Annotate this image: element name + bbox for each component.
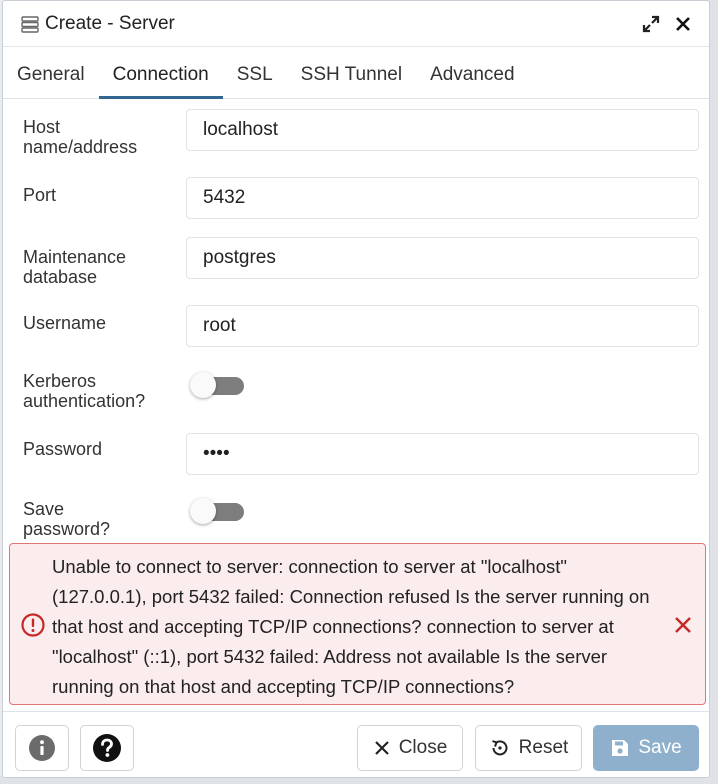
tab-bar: General Connection SSL SSH Tunnel Advanc… <box>3 47 709 99</box>
tab-advanced[interactable]: Advanced <box>416 64 529 98</box>
save-password-label: Save password? <box>23 499 183 539</box>
host-label-line1: Host <box>23 117 61 137</box>
host-label: Host name/address <box>23 117 183 157</box>
maintenance-db-label-line2: database <box>23 267 98 287</box>
close-button[interactable]: Close <box>357 725 463 771</box>
save-password-toggle-knob <box>190 498 216 524</box>
maximize-button[interactable] <box>637 10 665 38</box>
info-icon <box>29 735 55 761</box>
username-label: Username <box>23 313 107 333</box>
dialog-titlebar[interactable]: Create - Server <box>3 1 709 47</box>
tab-connection[interactable]: Connection <box>98 64 223 99</box>
save-password-toggle[interactable] <box>190 497 246 524</box>
close-button-label: Close <box>398 737 448 758</box>
port-label: Port <box>23 185 57 205</box>
host-input[interactable]: localhost <box>186 109 699 151</box>
info-button[interactable] <box>15 725 69 771</box>
dialog-footer: Close Reset Save <box>3 711 709 777</box>
port-input[interactable]: 5432 <box>186 177 699 219</box>
reset-button-label: Reset <box>518 737 569 758</box>
save-password-label-line1: Save <box>23 499 65 519</box>
error-alert: Unable to connect to server: connection … <box>9 543 706 705</box>
maintenance-db-input[interactable]: postgres <box>186 237 699 279</box>
reset-button[interactable]: Reset <box>475 725 582 771</box>
error-dismiss-button[interactable] <box>670 612 696 638</box>
help-icon <box>93 734 121 762</box>
close-icon <box>676 16 690 31</box>
maintenance-db-label-line1: Maintenance <box>23 247 127 267</box>
save-icon <box>610 738 630 758</box>
kerberos-toggle-knob <box>190 372 216 398</box>
save-button-label: Save <box>638 737 682 758</box>
save-button[interactable]: Save <box>593 725 699 771</box>
kerberos-label-line1: Kerberos <box>23 371 97 391</box>
host-label-line2: name/address <box>23 137 138 157</box>
tab-ssh-tunnel[interactable]: SSH Tunnel <box>287 64 416 98</box>
maintenance-db-label: Maintenance database <box>23 247 183 287</box>
password-input[interactable]: •••• <box>186 433 699 475</box>
server-icon <box>21 15 39 33</box>
create-server-dialog: Create - Server General Connection SSL S… <box>2 0 710 778</box>
save-password-label-line2: password? <box>23 519 111 539</box>
close-icon <box>373 739 391 757</box>
error-message: Unable to connect to server: connection … <box>52 556 650 697</box>
tab-ssl[interactable]: SSL <box>223 64 287 98</box>
expand-icon <box>642 15 660 32</box>
kerberos-toggle[interactable] <box>190 371 246 398</box>
kerberos-label-line2: authentication? <box>23 391 146 411</box>
tab-general[interactable]: General <box>3 64 99 98</box>
reset-icon <box>489 737 511 759</box>
username-input[interactable]: root <box>186 305 699 347</box>
help-button[interactable] <box>80 725 134 771</box>
error-icon <box>20 612 46 638</box>
close-icon <box>675 617 691 633</box>
password-label: Password <box>23 439 103 459</box>
dialog-close-button[interactable] <box>669 10 697 38</box>
dialog-title: Create - Server <box>45 12 175 34</box>
kerberos-label: Kerberos authentication? <box>23 371 183 411</box>
